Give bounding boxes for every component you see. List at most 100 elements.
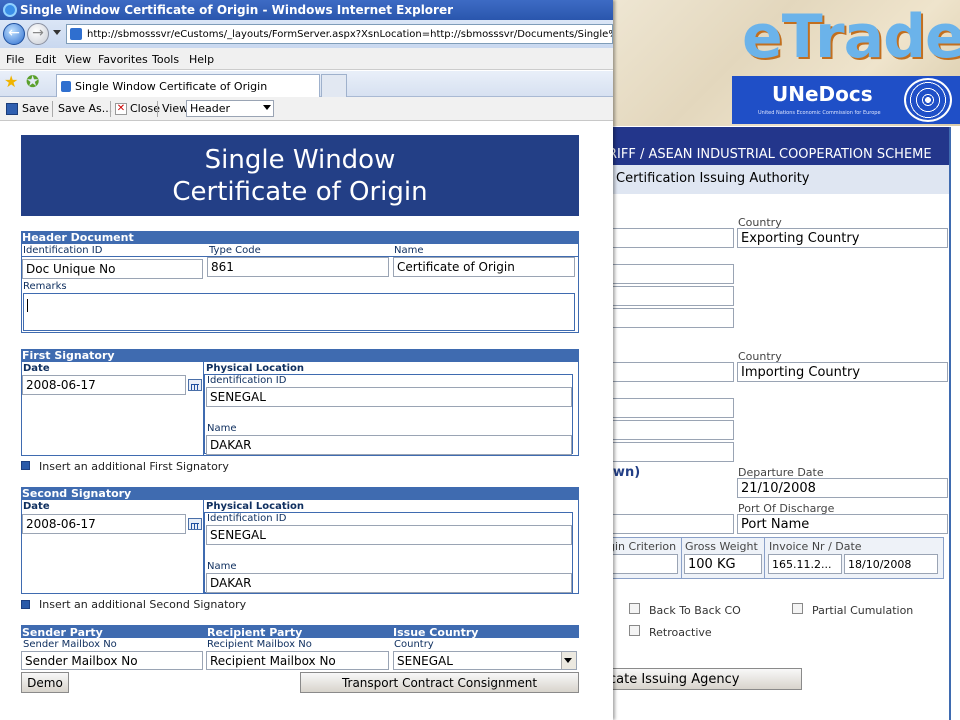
identification-id-field[interactable]: Doc Unique No — [22, 259, 203, 279]
scheme-header: RIFF / ASEAN INDUSTRIAL COOPERATION SCHE… — [600, 127, 950, 165]
first-signatory-title: First Signatory — [21, 349, 579, 362]
back-to-back-checkbox[interactable] — [629, 603, 640, 614]
bg-field-2[interactable] — [600, 264, 734, 284]
view-select[interactable]: Header — [186, 100, 274, 117]
page-icon — [70, 28, 82, 40]
bg-field-3[interactable] — [600, 286, 734, 306]
history-dropdown-icon[interactable] — [53, 30, 61, 35]
header-document-title: Header Document — [21, 231, 579, 244]
fs-physical-location-label: Physical Location — [206, 363, 305, 374]
retroactive-label: Retroactive — [649, 626, 712, 639]
hd-name-label: Name — [394, 245, 424, 256]
fs-name-field[interactable]: DAKAR — [206, 435, 572, 455]
ss-physical-location-label: Physical Location — [206, 501, 305, 512]
ss-name-field[interactable]: DAKAR — [206, 573, 572, 593]
form-banner: Single Window Certificate of Origin — [21, 135, 579, 216]
menu-bar: File Edit View Favorites Tools Help — [0, 48, 613, 70]
ss-date-label: Date — [23, 501, 50, 512]
address-bar[interactable]: http://sbmosssvr/eCustoms/_layouts/FormS… — [66, 24, 613, 44]
favorites-star-icon[interactable]: ★ — [4, 72, 18, 91]
ss-name-label: Name — [207, 561, 237, 572]
gross-weight-field[interactable]: 100 KG — [684, 554, 762, 574]
hd-id-label: Identification ID — [23, 245, 103, 256]
partial-cumulation-checkbox[interactable] — [792, 603, 803, 614]
back-button[interactable]: ← — [3, 23, 25, 45]
remarks-label: Remarks — [23, 281, 67, 292]
invoice-date-field[interactable]: 18/10/2008 — [844, 554, 938, 574]
port-of-discharge-field[interactable]: Port Name — [737, 514, 948, 534]
fs-date-field[interactable]: 2008-06-17 — [22, 375, 186, 395]
un-emblem-icon — [904, 78, 952, 122]
tab-active[interactable]: Single Window Certificate of Origin — [56, 74, 320, 97]
fs-date-label: Date — [23, 363, 50, 374]
forward-arrow-icon: → — [32, 25, 44, 41]
bg-field-4[interactable] — [600, 308, 734, 328]
close-button[interactable]: ✕ Close — [115, 102, 160, 115]
back-to-back-label: Back To Back CO — [649, 604, 741, 617]
back-arrow-icon: ← — [8, 25, 20, 41]
bg-field-6[interactable] — [600, 398, 734, 418]
importing-country-field[interactable]: Importing Country — [737, 362, 948, 382]
recipient-mailbox-label: Recipient Mailbox No — [207, 639, 312, 650]
fs-identification-field[interactable]: SENEGAL — [206, 387, 572, 407]
menu-edit[interactable]: Edit — [35, 53, 56, 66]
transport-contract-button[interactable]: Transport Contract Consignment — [300, 672, 579, 693]
chevron-down-icon — [263, 105, 271, 110]
etrade-logo: eTrade — [742, 2, 960, 72]
close-icon: ✕ — [115, 102, 127, 115]
bg-field-9[interactable] — [600, 514, 734, 534]
remarks-field[interactable] — [23, 293, 575, 331]
document-name-field[interactable]: Certificate of Origin — [393, 257, 575, 277]
authority-bar: Certification Issuing Authority — [600, 165, 950, 194]
save-button[interactable]: Save — [6, 102, 49, 115]
bg-field-5[interactable] — [600, 362, 734, 382]
second-signatory-title: Second Signatory — [21, 487, 579, 500]
scheme-title: RIFF / ASEAN INDUSTRIAL COOPERATION SCHE… — [608, 147, 932, 162]
col-divider-2 — [764, 537, 765, 579]
save-as-button[interactable]: Save As... — [58, 102, 112, 115]
ss-calendar-icon[interactable] — [188, 518, 202, 530]
ss-insert-link[interactable]: Insert an additional Second Signatory — [39, 598, 246, 611]
add-favorite-icon[interactable]: ✪ — [26, 72, 39, 91]
banner-line-1: Single Window — [204, 145, 396, 175]
ss-date-field[interactable]: 2008-06-17 — [22, 514, 186, 534]
exporting-country-field[interactable]: Exporting Country — [737, 228, 948, 248]
issuing-agency-button[interactable]: cate Issuing Agency — [598, 668, 802, 690]
close-label: Close — [130, 102, 160, 115]
unece-text: United Nations Economic Commission for E… — [758, 110, 881, 116]
issue-country-title: Issue Country — [393, 626, 479, 639]
fs-calendar-icon[interactable] — [188, 379, 202, 391]
forward-button[interactable]: → — [27, 23, 49, 45]
issue-country-select[interactable]: SENEGAL — [393, 651, 577, 670]
fs-name-label: Name — [207, 423, 237, 434]
menu-help[interactable]: Help — [189, 53, 214, 66]
tab-label: Single Window Certificate of Origin — [75, 79, 268, 93]
col-divider — [681, 537, 682, 579]
ss-identification-field[interactable]: SENEGAL — [206, 525, 572, 545]
recipient-mailbox-field[interactable]: Recipient Mailbox No — [206, 651, 389, 670]
menu-file[interactable]: File — [6, 53, 24, 66]
bg-field-1[interactable] — [600, 228, 734, 248]
toolbar-separator-3 — [157, 101, 158, 117]
departure-date-field[interactable]: 21/10/2008 — [737, 478, 948, 498]
ss-insert-icon[interactable] — [21, 600, 30, 609]
fs-insert-icon[interactable] — [21, 461, 30, 470]
sender-mailbox-field[interactable]: Sender Mailbox No — [21, 651, 203, 670]
type-code-field[interactable]: 861 — [207, 257, 389, 277]
tabs-row: ★ ✪ Single Window Certificate of Origin — [0, 71, 613, 97]
text-cursor — [27, 299, 28, 312]
new-tab-button[interactable] — [321, 74, 347, 97]
ss-id-label: Identification ID — [207, 513, 287, 524]
menu-favorites[interactable]: Favorites — [98, 53, 148, 66]
menu-view[interactable]: View — [65, 53, 91, 66]
ie-logo-icon — [3, 3, 17, 17]
retroactive-checkbox[interactable] — [629, 625, 640, 636]
demo-button[interactable]: Demo — [21, 672, 69, 693]
invoice-number-field[interactable]: 165.11.2... — [768, 554, 842, 574]
unedocs-text: UNeDocs — [772, 82, 873, 106]
col-gross-weight: Gross Weight — [685, 540, 758, 553]
bg-field-7[interactable] — [600, 420, 734, 440]
fs-insert-link[interactable]: Insert an additional First Signatory — [39, 460, 229, 473]
bg-field-8[interactable] — [600, 442, 734, 462]
menu-tools[interactable]: Tools — [152, 53, 179, 66]
